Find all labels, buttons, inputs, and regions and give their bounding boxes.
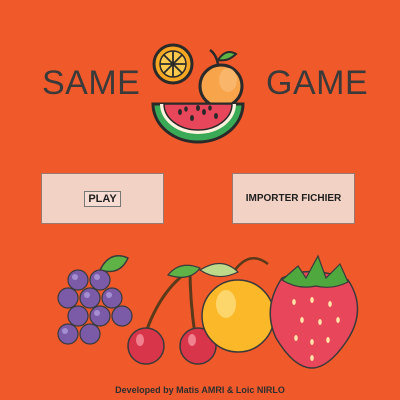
fruit-logo-icon — [151, 43, 245, 144]
title-same: SAME — [42, 64, 141, 102]
title-game: GAME — [266, 64, 369, 102]
orange-icon — [198, 48, 244, 109]
orange-slice-icon — [152, 43, 194, 85]
grapes-icon — [57, 255, 133, 345]
import-file-button-label: IMPORTER FICHIER — [245, 193, 342, 204]
fruit-illustration — [57, 254, 359, 369]
play-button[interactable]: PLAY — [41, 173, 164, 224]
play-button-label: PLAY — [84, 190, 121, 207]
credits-footer: Developed by Matis AMRI & Loic NIRLO — [115, 385, 285, 395]
watermelon-icon — [151, 102, 245, 144]
orange-icon — [198, 257, 275, 353]
import-file-button[interactable]: IMPORTER FICHIER — [232, 173, 355, 224]
strawberry-icon — [269, 254, 359, 369]
